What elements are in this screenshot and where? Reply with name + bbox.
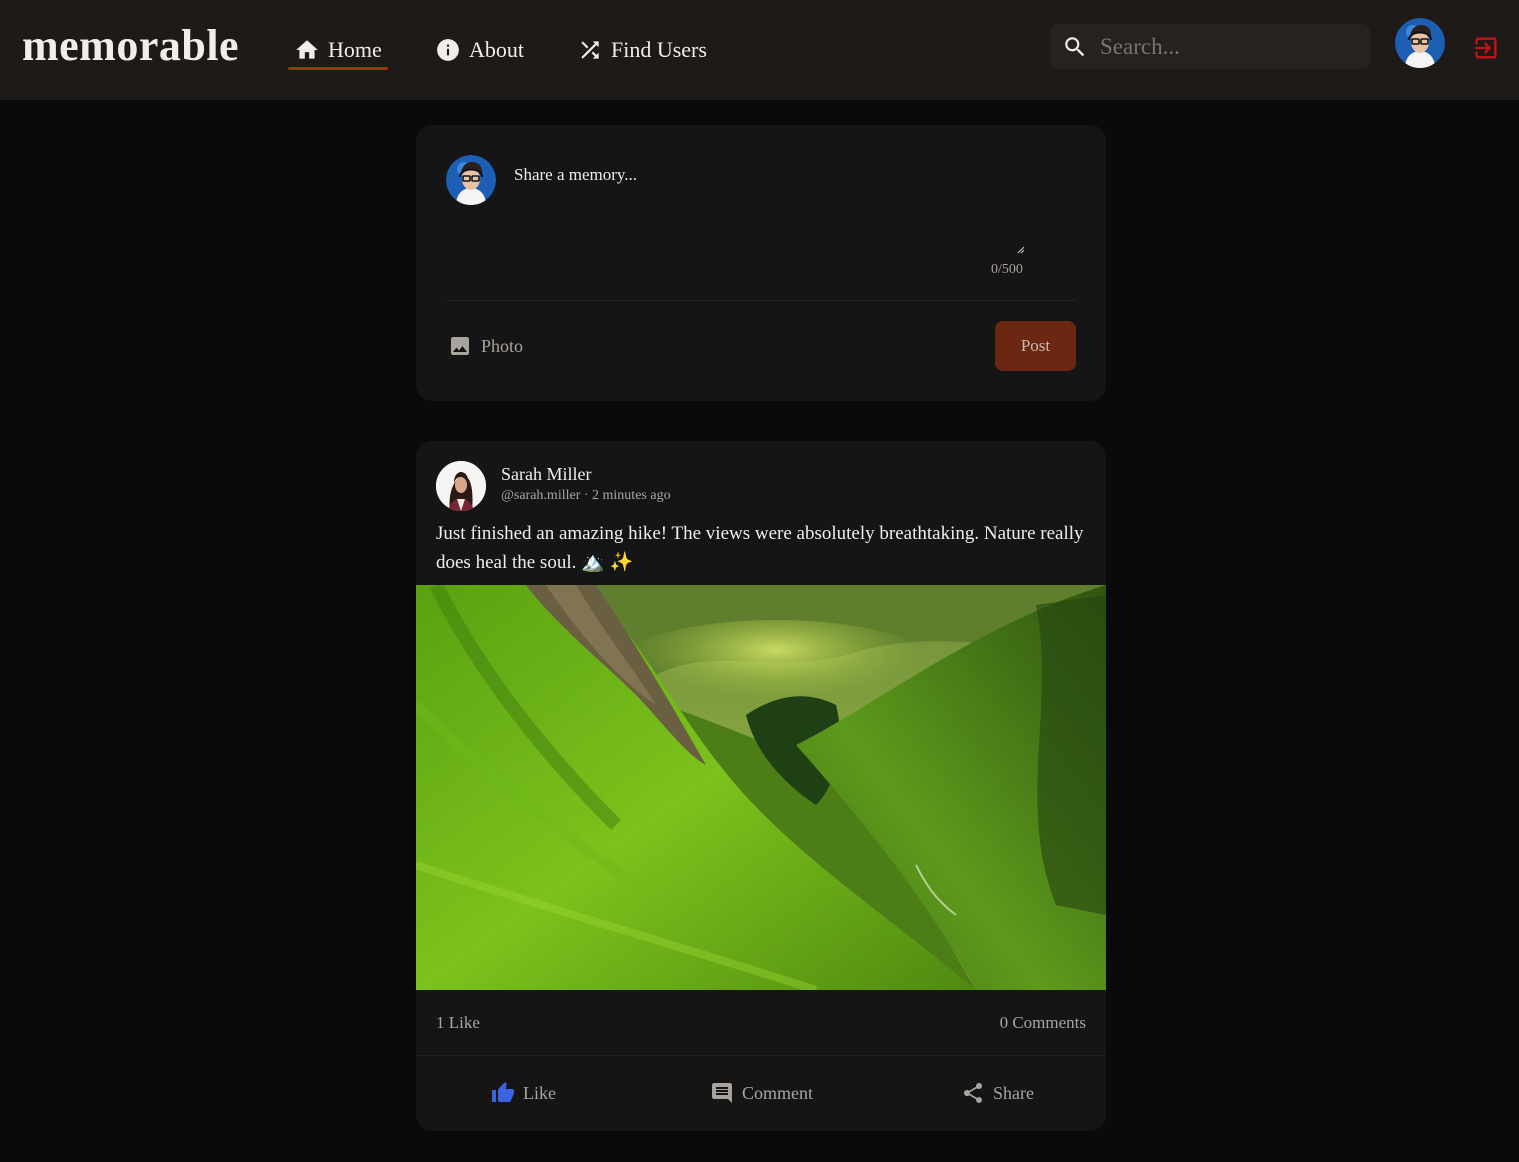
post-meta: @sarah.miller · 2 minutes ago [501, 488, 671, 503]
memory-textarea[interactable] [514, 165, 1026, 255]
comments-count[interactable]: 0 Comments [1000, 1013, 1086, 1033]
search-icon [1065, 36, 1085, 56]
home-icon [296, 40, 318, 59]
nav-find-users[interactable]: Find Users [577, 30, 707, 70]
comment-icon [712, 1083, 732, 1103]
nav-home-label: Home [328, 37, 382, 62]
composer-divider [446, 300, 1076, 301]
info-icon [437, 39, 459, 61]
nav-find-users-label: Find Users [611, 37, 707, 62]
post-composer: 0/500 Photo Post [416, 125, 1106, 401]
author-name[interactable]: Sarah Miller [501, 464, 591, 485]
active-nav-underline [288, 67, 388, 70]
logout-icon [1475, 37, 1497, 59]
comment-label: Comment [742, 1082, 813, 1103]
brand-logo[interactable]: memorable [22, 20, 239, 71]
image-icon [451, 337, 469, 355]
nav-about[interactable]: About [435, 30, 524, 70]
thumbs-up-icon [492, 1082, 514, 1102]
share-icon [964, 1083, 982, 1103]
share-label: Share [993, 1082, 1034, 1103]
shuffle-icon [581, 41, 599, 59]
likes-count[interactable]: 1 Like [436, 1013, 480, 1033]
search-bar [1050, 24, 1370, 69]
top-navbar: memorable Home About Find Users [0, 0, 1519, 100]
logout-button[interactable] [1472, 34, 1500, 62]
share-button[interactable]: Share [961, 1081, 1034, 1105]
comment-button[interactable]: Comment [710, 1081, 813, 1105]
resize-handle-icon[interactable] [1016, 245, 1026, 255]
like-button[interactable]: Like [491, 1081, 556, 1105]
post-actions-divider [416, 1055, 1106, 1056]
post-button[interactable]: Post [995, 321, 1076, 371]
post-photo[interactable] [416, 585, 1106, 990]
post-card: Sarah Miller @sarah.miller · 2 minutes a… [416, 441, 1106, 1131]
user-avatar[interactable] [1395, 18, 1445, 68]
add-photo-button[interactable]: Photo [448, 334, 523, 358]
search-input[interactable] [1100, 33, 1360, 60]
nav-about-label: About [469, 37, 524, 62]
like-label: Like [523, 1082, 556, 1103]
add-photo-label: Photo [481, 335, 524, 356]
character-counter: 0/500 [991, 262, 1023, 277]
post-text: Just finished an amazing hike! The views… [436, 523, 1084, 573]
composer-avatar [446, 155, 496, 205]
author-avatar[interactable] [436, 461, 486, 511]
nav-home[interactable]: Home [294, 30, 382, 70]
